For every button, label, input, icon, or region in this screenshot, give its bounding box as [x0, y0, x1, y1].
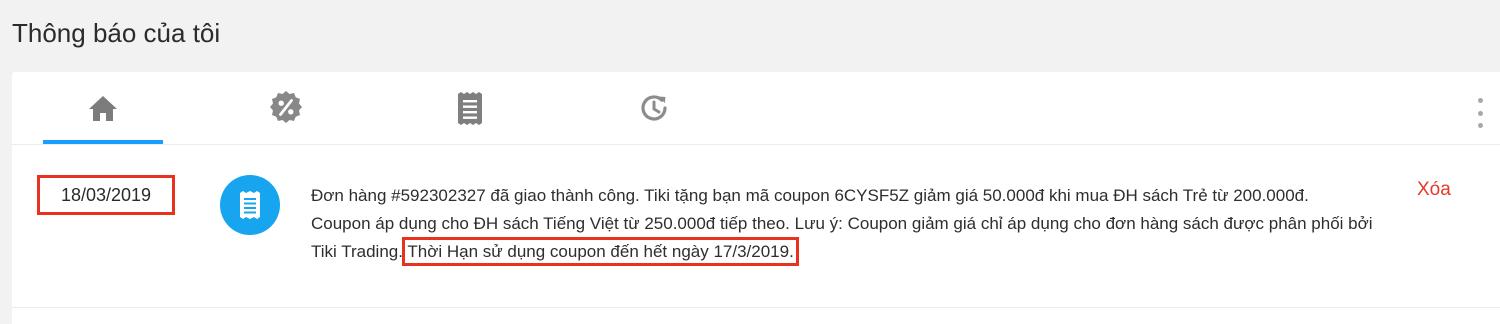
receipt-icon	[458, 91, 482, 125]
notification-type-icon	[220, 175, 280, 235]
tab-promotions[interactable]	[226, 72, 346, 144]
history-icon	[641, 95, 667, 121]
tab-home[interactable]	[43, 72, 163, 144]
home-icon	[89, 95, 117, 121]
coupon-expiry-text: Thời Hạn sử dụng coupon đến hết ngày 17/…	[402, 237, 799, 266]
notification-message: Đơn hàng #592302327 đã giao thành công. …	[311, 182, 1373, 266]
notification-date: 18/03/2019	[37, 175, 175, 215]
dot-icon	[1477, 123, 1483, 128]
more-options-button[interactable]	[1474, 98, 1486, 128]
dot-icon	[1477, 98, 1483, 103]
discount-icon	[270, 91, 302, 123]
page-title: Thông báo của tôi	[12, 18, 221, 48]
receipt-icon	[240, 191, 260, 219]
delete-notification-link[interactable]: Xóa	[1417, 179, 1451, 201]
tab-history[interactable]	[594, 72, 714, 144]
tab-orders[interactable]	[410, 72, 530, 144]
notification-panel: 18/03/2019 Đơn hàng #592302327 đã giao t…	[12, 72, 1500, 324]
dot-icon	[1477, 110, 1483, 116]
notification-tabs	[12, 72, 1500, 145]
